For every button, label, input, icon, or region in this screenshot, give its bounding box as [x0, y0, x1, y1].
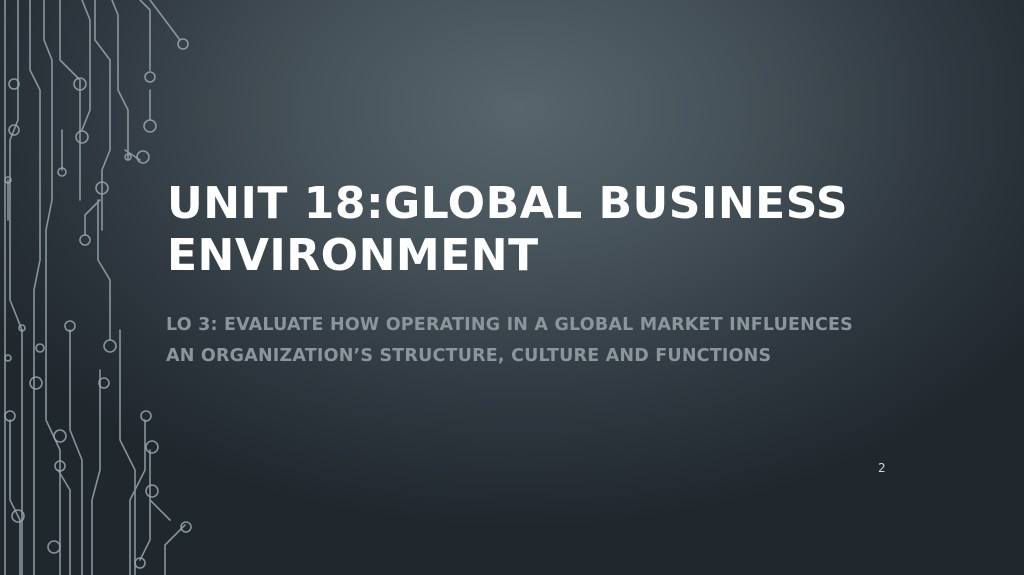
circuit-board-lines-icon [4, 0, 192, 575]
slide-subtitle: LO 3: EVALUATE HOW OPERATING IN A GLOBAL… [166, 315, 853, 366]
slide-title: UNIT 18:GLOBAL BUSINESS ENVIRONMENT [167, 178, 849, 281]
slide: UNIT 18:GLOBAL BUSINESS ENVIRONMENT LO 3… [0, 0, 1024, 575]
page-number: 2 [878, 461, 886, 475]
